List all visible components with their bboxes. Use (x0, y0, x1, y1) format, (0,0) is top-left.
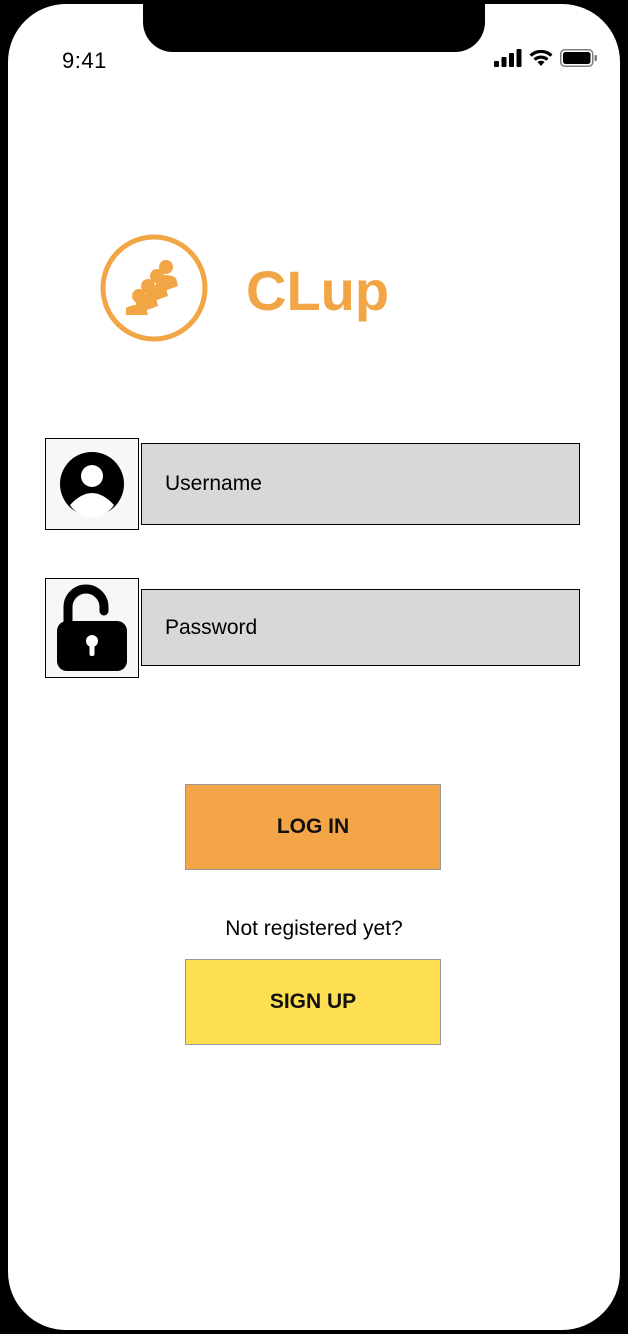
app-title: CLup (246, 259, 390, 322)
login-button-label: LOG IN (276, 815, 350, 838)
username-field[interactable]: Username (141, 443, 580, 525)
signup-button[interactable]: SIGN UP (185, 959, 441, 1045)
cellular-signal-icon (494, 49, 522, 67)
status-time: 9:41 (62, 48, 107, 73)
password-placeholder: Password (165, 615, 258, 639)
user-icon (60, 452, 124, 517)
unlocked-padlock-icon (57, 584, 127, 671)
signup-prompt: Not registered yet? (225, 917, 403, 940)
password-field[interactable]: Password (141, 589, 580, 666)
username-icon-box (45, 438, 139, 530)
password-icon-box (45, 578, 139, 678)
username-row: Username (45, 438, 580, 530)
status-icons (494, 49, 598, 67)
device-notch (143, 4, 485, 52)
people-queue-logo (100, 234, 208, 342)
wifi-icon (529, 49, 553, 66)
phone-frame: 9:41 CLup Username Password LOG IN Not r… (0, 0, 628, 1334)
battery-icon (560, 49, 597, 67)
signup-button-label: SIGN UP (269, 990, 357, 1013)
password-row: Password (45, 578, 580, 678)
username-placeholder: Username (165, 472, 262, 495)
app-screen: 9:41 CLup Username Password LOG IN Not r… (8, 4, 620, 1330)
login-button[interactable]: LOG IN (185, 784, 441, 870)
